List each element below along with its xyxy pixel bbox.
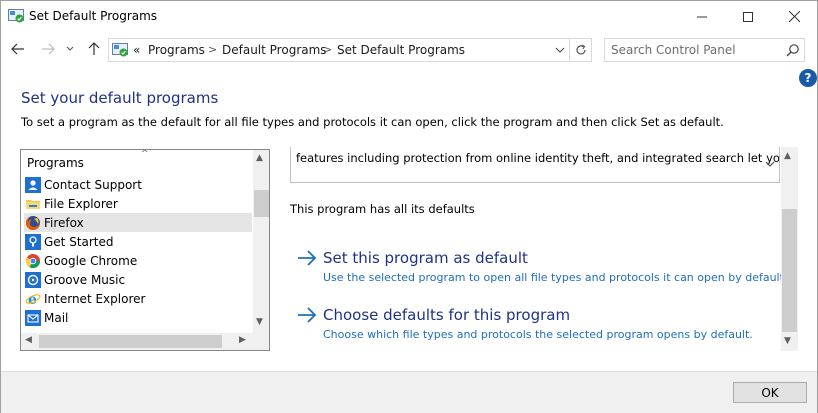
programs-list-header[interactable]: Programs [27,156,84,170]
list-item-google-chrome[interactable]: Google Chrome [24,251,252,270]
arrow-right-icon [298,307,317,323]
help-button[interactable]: ? [799,69,817,87]
description-text: features including protection from onlin… [296,151,780,165]
list-item-contact-support[interactable]: Contact Support [24,175,252,194]
address-bar[interactable]: « Programs > Default Programs > Set Defa… [108,38,570,62]
list-item-file-explorer[interactable]: File Explorer [24,194,252,213]
forward-button[interactable] [37,38,59,60]
list-item-firefox[interactable]: Firefox [24,213,252,232]
list-item-label: Google Chrome [44,253,138,268]
back-button[interactable] [7,38,29,60]
list-item-label: Groove Music [44,272,126,287]
arrow-up-icon [88,42,100,55]
description-scrollbar[interactable] [763,147,779,181]
minimize-icon [697,16,707,17]
refresh-icon [575,44,586,55]
defaults-status: This program has all its defaults [290,202,475,216]
search-box[interactable] [604,38,805,62]
window-title: Set Default Programs [29,9,158,23]
list-item-groove-music[interactable]: Groove Music [24,270,252,289]
window: Set Default Programs « Programs > Defaul… [0,0,818,413]
control-panel-icon [8,9,24,23]
scroll-up-icon[interactable]: ▲ [256,153,263,163]
address-dropdown-button[interactable] [552,42,568,58]
list-item-label: Contact Support [44,177,142,192]
programs-list[interactable]: ^ Programs Contact Support File Explorer… [20,149,270,351]
chevron-down-icon [66,46,74,51]
breadcrumb-programs[interactable]: Programs [148,43,205,57]
scroll-thumb[interactable] [39,335,222,348]
action-subtitle[interactable]: Choose which file types and protocols th… [323,328,753,341]
up-button[interactable] [83,38,105,60]
search-icon[interactable] [786,43,800,57]
close-button[interactable] [771,1,817,32]
title-bar: Set Default Programs [1,1,817,32]
arrow-right-icon [42,43,55,55]
scroll-thumb[interactable] [782,209,797,332]
scrollbar-corner [253,333,269,350]
breadcrumb-separator[interactable]: > [208,43,217,56]
action-subtitle[interactable]: Use the selected program to open all fil… [323,271,787,284]
action-title[interactable]: Set this program as default [323,249,528,267]
breadcrumb-overflow[interactable]: « [133,43,140,57]
program-description[interactable]: features including protection from onlin… [290,147,780,183]
get-started-icon [25,233,41,250]
list-item-label: Mail [44,310,69,325]
details-vertical-scrollbar[interactable]: ▲ ▼ [781,147,798,351]
scroll-up-icon[interactable]: ▲ [784,151,791,161]
arrow-left-icon [11,43,24,55]
breadcrumb-set-default-programs[interactable]: Set Default Programs [337,43,465,57]
search-input[interactable] [611,42,781,58]
recent-locations-button[interactable] [61,38,79,60]
arrow-right-icon [298,250,317,266]
firefox-icon [26,215,40,230]
footer-bar: OK [1,371,817,413]
programs-vertical-scrollbar[interactable]: ▲ ▼ [253,150,269,333]
programs-horizontal-scrollbar[interactable]: ◀ ▶ [21,333,253,350]
minimize-button[interactable] [679,1,725,32]
list-item-label: Firefox [44,215,84,230]
scroll-down-icon[interactable]: ▼ [256,317,263,327]
scroll-left-icon[interactable]: ◀ [25,335,32,345]
maximize-button[interactable] [725,1,771,32]
refresh-button[interactable] [570,38,592,62]
close-icon [788,11,800,22]
chevron-down-icon[interactable] [765,161,775,167]
sort-caret-icon: ^ [141,149,149,159]
list-item-internet-explorer[interactable]: e Internet Explorer [24,289,252,308]
chevron-down-icon [555,47,565,53]
file-explorer-icon [26,199,40,209]
list-item-mail[interactable]: Mail [24,308,252,327]
breadcrumb-separator[interactable]: > [323,43,332,56]
action-title[interactable]: Choose defaults for this program [323,306,570,324]
control-panel-icon [112,43,128,57]
internet-explorer-icon: e [25,292,41,307]
navigation-bar: « Programs > Default Programs > Set Defa… [1,35,817,63]
list-item-get-started[interactable]: Get Started [24,232,252,251]
page-title: Set your default programs [21,89,219,107]
maximize-icon [743,11,753,22]
list-item-label: Get Started [44,234,114,249]
chrome-icon [25,253,41,268]
svg-text:e: e [28,292,37,307]
scroll-thumb[interactable] [254,190,269,217]
instructions-text: To set a program as the default for all … [21,115,724,129]
ok-button[interactable]: OK [733,382,807,403]
contact-support-icon [25,176,41,193]
scroll-right-icon[interactable]: ▶ [239,335,246,345]
breadcrumb-default-programs[interactable]: Default Programs [222,43,327,57]
list-item-label: Internet Explorer [44,291,146,306]
mail-icon [25,309,41,326]
scroll-down-icon[interactable]: ▼ [784,336,791,346]
list-item-label: File Explorer [44,196,118,211]
groove-music-icon [25,271,41,288]
